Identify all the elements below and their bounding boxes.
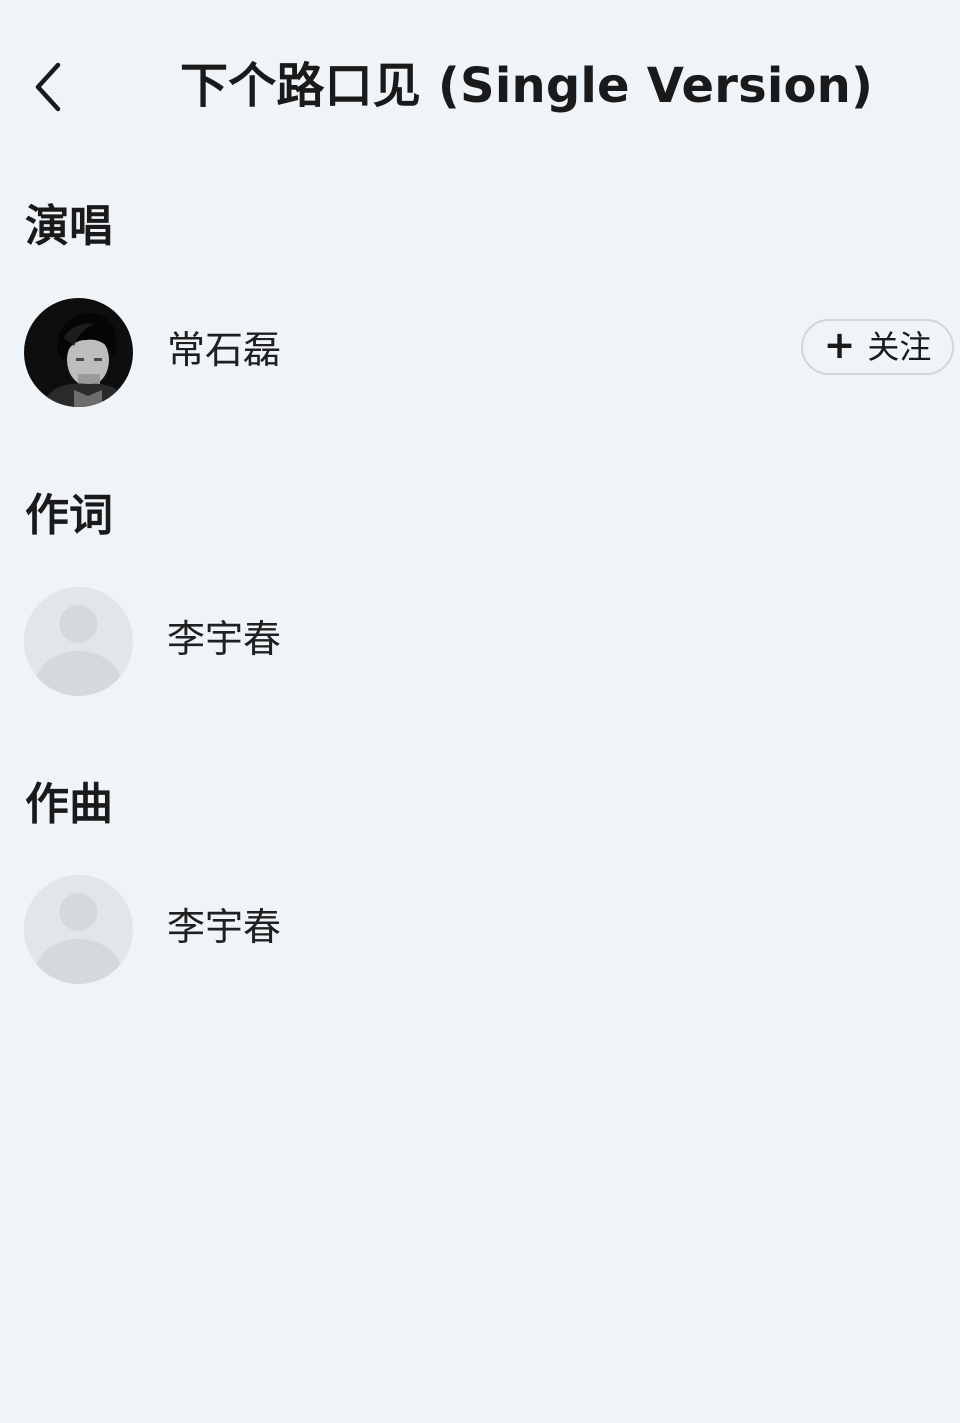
default-avatar-icon [24,875,133,984]
back-button[interactable] [18,52,78,122]
person-name[interactable]: 李宇春 [167,611,281,667]
person-row-composer[interactable]: 李宇春 [0,875,960,985]
header-bar: 下个路口见 (Single Version) [0,0,960,175]
section-title-lyricist: 作词 [25,490,113,541]
plus-icon: + [823,323,856,367]
section-title-singer: 演唱 [25,201,113,252]
person-name[interactable]: 常石磊 [167,322,281,378]
person-row-singer[interactable]: 常石磊 + 关注 [0,298,960,408]
artist-avatar-image [24,298,133,407]
section-title-composer: 作曲 [25,779,113,830]
avatar[interactable] [24,875,133,984]
follow-button[interactable]: + 关注 [801,319,954,375]
page-title: 下个路口见 (Single Version) [180,58,874,114]
avatar[interactable] [24,587,133,696]
person-name[interactable]: 李宇春 [167,899,281,955]
person-row-lyricist[interactable]: 李宇春 [0,587,960,697]
follow-label: 关注 [867,328,932,366]
chevron-left-icon [35,62,61,112]
avatar[interactable] [24,298,133,407]
default-avatar-icon [24,587,133,696]
